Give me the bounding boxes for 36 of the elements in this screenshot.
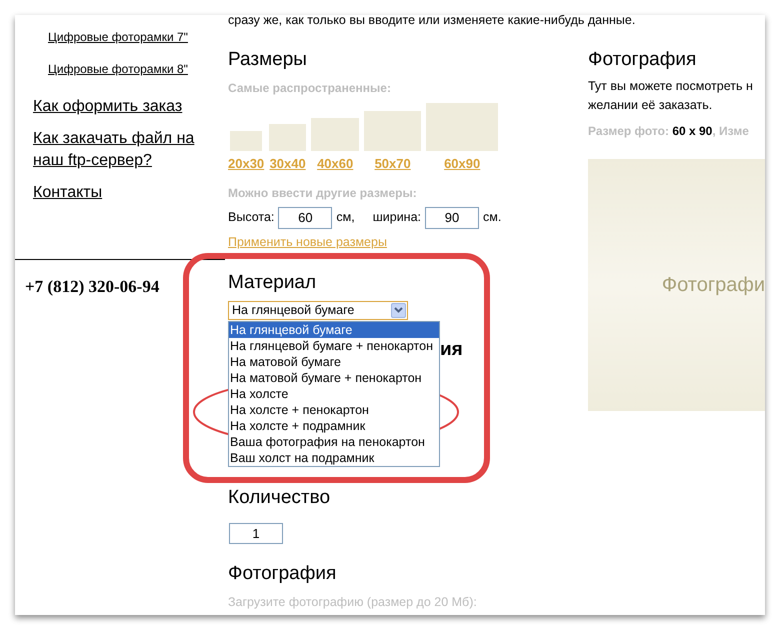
sidebar-link[interactable]: Как закачать файл на наш ftp-сервер?	[33, 128, 205, 172]
sidebar-link[interactable]: Контакты	[33, 182, 205, 204]
unit-label: см.	[483, 209, 502, 226]
field-label: Высота:	[228, 209, 274, 226]
placeholder-text: Фотографи	[662, 273, 765, 298]
sidebar-sublink[interactable]: Цифровые фоторамки 8"	[48, 62, 188, 76]
dropdown-option[interactable]: На глянцевой бумаге + пенокартон	[229, 338, 439, 354]
size-preview	[364, 111, 422, 151]
quantity-field[interactable]: 1	[229, 522, 283, 544]
section-heading: Фотография	[588, 49, 696, 71]
upload-hint: Загрузите фотографию (размер до 20 Мб):	[228, 594, 477, 611]
material-select[interactable]: На глянцевой бумаге	[228, 300, 408, 320]
dropdown-option[interactable]: На глянцевой бумаге	[229, 322, 439, 338]
sidebar-link[interactable]: Как оформить заказ	[33, 96, 205, 118]
dropdown-option[interactable]: Ваш холст на подрамник	[229, 450, 439, 466]
photo-size-text: Размер фото: 60 x 90, Изме	[588, 123, 749, 140]
section-heading: Фотография	[228, 562, 336, 584]
section-subtitle: Можно ввести другие размеры:	[228, 184, 417, 202]
size-preview	[269, 124, 306, 151]
section-heading: ия	[440, 338, 463, 360]
section-subtitle: Самые распространенные:	[228, 80, 391, 97]
description-text: желании её заказать.	[588, 97, 712, 114]
description-text: Тут вы можете посмотреть н	[588, 78, 753, 95]
size-preview	[311, 118, 360, 151]
field-label: ширина:	[372, 209, 422, 226]
size-preview	[230, 131, 262, 151]
width-field[interactable]: 90	[425, 206, 480, 228]
section-heading: Размеры	[228, 49, 307, 71]
dropdown-option[interactable]: На матовой бумаге	[229, 354, 439, 370]
section-heading: Материал	[228, 272, 316, 294]
intro-text: сразу же, как только вы вводите или изменяете какие-нибудь данные.	[228, 15, 636, 28]
phone-number: +7 (812) 320-06-94	[25, 276, 160, 298]
unit-label: см,	[336, 209, 355, 226]
section-heading: Количество	[228, 486, 330, 508]
height-field[interactable]: 60	[278, 206, 332, 228]
sidebar-sublink[interactable]: Цифровые фоторамки 7"	[48, 30, 188, 44]
